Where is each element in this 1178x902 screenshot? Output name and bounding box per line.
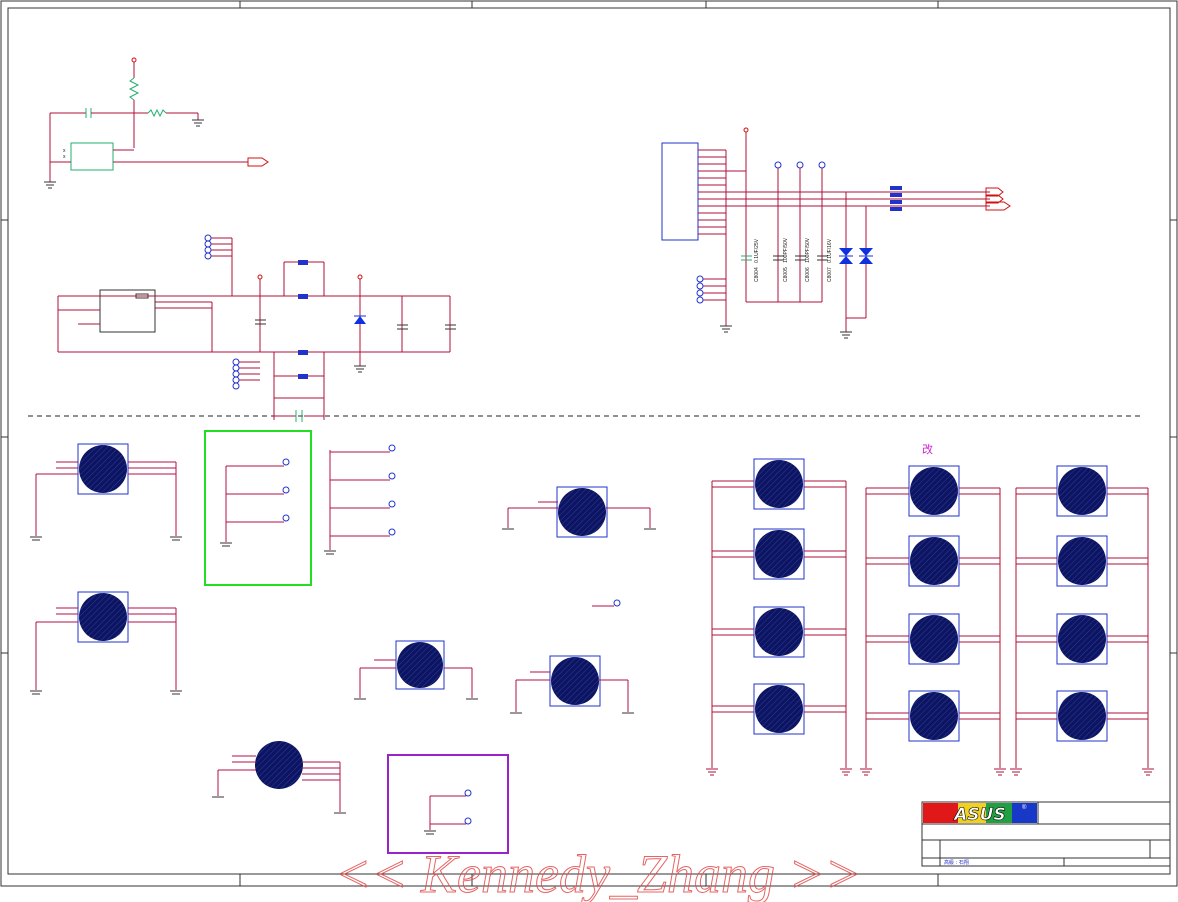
- cap-ref-c8006: C8006: [805, 267, 811, 282]
- power-regulator-circuit: [57, 234, 456, 422]
- brand-logo-text: ASUS: [952, 805, 1005, 825]
- mounting-pad: [753, 458, 805, 510]
- title-block: ASUS ® 高級 : 石翔: [921, 801, 1171, 867]
- svg-text:x: x: [63, 154, 66, 160]
- connector-filter-circuit: [661, 127, 1011, 339]
- mounting-pad: [753, 606, 805, 658]
- cap-value-c8005: 100PF/50V: [783, 237, 789, 263]
- mounting-pad: [908, 465, 960, 517]
- cap-value-c8006: 100PF/50V: [805, 237, 811, 263]
- mounting-pad: [753, 528, 805, 580]
- mounting-pad: [77, 591, 129, 643]
- mounting-pad: [395, 640, 445, 690]
- cap-ref-c8004: C8004: [754, 267, 760, 282]
- cap-ref-c8007: C8007: [827, 267, 833, 282]
- mounting-pad: [1056, 613, 1108, 665]
- mounting-pads: [77, 443, 1108, 789]
- watermark-text: << Kennedy_Zhang >>: [335, 844, 862, 902]
- svg-text:C8006 100PF/50V: C8006 100PF/50V: [805, 237, 811, 282]
- mounting-pad: [908, 613, 960, 665]
- mounting-pad: [77, 443, 129, 495]
- highlight-box-purple: [387, 754, 509, 854]
- svg-text:C8007 0.1UF/16V: C8007 0.1UF/16V: [827, 238, 833, 282]
- mounting-pad: [908, 690, 960, 742]
- highlight-box-green: [204, 430, 312, 586]
- title-block-row-text: 高級 : 石翔: [944, 859, 969, 866]
- mounting-pad: [1056, 535, 1108, 587]
- mounting-pad: [1056, 690, 1108, 742]
- cap-value-c8007: 0.1UF/16V: [827, 238, 833, 263]
- svg-text:C8004 0.1UF/25V: C8004 0.1UF/25V: [754, 238, 760, 282]
- mounting-pad: [255, 741, 303, 789]
- svg-text:C8005 100PF/50V: C8005 100PF/50V: [783, 237, 789, 282]
- revision-note: 改: [922, 442, 933, 456]
- mounting-pad: [1056, 465, 1108, 517]
- mounting-pad: [556, 486, 608, 538]
- mounting-pad: [908, 535, 960, 587]
- cap-value-c8004: 0.1UF/25V: [754, 238, 760, 263]
- asus-logo: ASUS ®: [923, 803, 1037, 825]
- mounting-pad: [753, 683, 805, 735]
- registered-mark: ®: [1022, 804, 1027, 811]
- drawing-frame: [0, 0, 1178, 887]
- cap-ref-c8005: C8005: [783, 267, 789, 282]
- mounting-pad: [549, 655, 601, 707]
- rc-oscillator-circuit: xx: [44, 57, 269, 189]
- schematic-sheet: xx C8004 0.1UF/25V C8005 100PF/50V C8006…: [0, 0, 1178, 902]
